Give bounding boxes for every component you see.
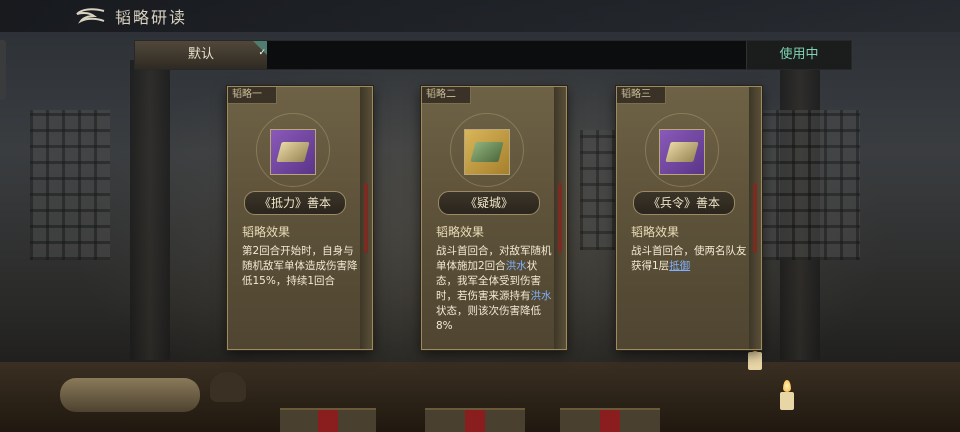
candle-icon: [748, 352, 762, 370]
effect-label: 韬略效果: [631, 225, 680, 239]
tab-default[interactable]: 默认 ✓: [135, 41, 267, 69]
candle-flame: [783, 380, 791, 392]
card-tag: 韬略一: [228, 87, 277, 104]
effect-description: 战斗首回合，使两名队友获得1层抵御: [631, 245, 747, 272]
card-tag: 韬略三: [617, 87, 666, 104]
card-rail: [749, 87, 761, 349]
strategy-card-2[interactable]: 韬略二 《疑城》 韬略效果 战斗首回合，对敌军随机单体施加2回合洪水状态，我军全…: [421, 86, 567, 350]
card-tag: 韬略二: [422, 87, 471, 104]
card-rail: [554, 87, 566, 349]
strategy-card-3[interactable]: 韬略三 《兵令》善本 韬略效果 战斗首回合，使两名队友获得1层抵御: [616, 86, 762, 350]
scroll-roll: [60, 378, 200, 412]
effect-description: 战斗首回合，对敌军随机单体施加2回合洪水状态，我军全体受到伤害时，若伤害来源持有…: [436, 245, 552, 332]
keyword-flood[interactable]: 洪水: [506, 260, 527, 272]
incense-burner-icon: [210, 372, 246, 402]
window-lattice: [760, 110, 860, 260]
book-on-desk: [280, 408, 376, 432]
tab-default-label: 默认: [187, 47, 214, 62]
pillar: [130, 60, 170, 360]
strategy-card-1[interactable]: 韬略一 《抵力》善本 韬略效果 第2回合开始时，自身与随机敌军单体造成伤害降低1…: [227, 86, 373, 350]
page-title: 韬略研读: [115, 8, 188, 27]
scroll-icon: [659, 129, 705, 175]
book-on-desk: [425, 408, 525, 432]
candle-icon: [780, 392, 794, 410]
card-rail: [360, 87, 372, 349]
strategy-set-bar: 默认 ✓ 使用中: [134, 40, 852, 70]
effect-description: 第2回合开始时，自身与随机敌军单体造成伤害降低15%，持续1回合: [242, 245, 358, 287]
scroll-icon: [270, 129, 316, 175]
check-icon: ✓: [258, 48, 266, 58]
effect-label: 韬略效果: [436, 225, 485, 239]
card-name: 《兵令》善本: [633, 191, 735, 215]
back-arrow-icon[interactable]: [74, 6, 108, 26]
book-on-desk: [560, 408, 660, 432]
effect-label: 韬略效果: [242, 225, 291, 239]
card-name: 《抵力》善本: [244, 191, 346, 215]
keyword-resist[interactable]: 抵御: [669, 260, 690, 272]
header-bar: 韬略研读: [0, 0, 960, 32]
book-icon: [464, 129, 510, 175]
card-name: 《疑城》: [438, 191, 540, 215]
keyword-flood[interactable]: 洪水: [531, 290, 552, 302]
in-use-button[interactable]: 使用中: [746, 41, 851, 69]
side-drawer-handle[interactable]: [0, 40, 6, 100]
window-lattice: [30, 110, 110, 260]
